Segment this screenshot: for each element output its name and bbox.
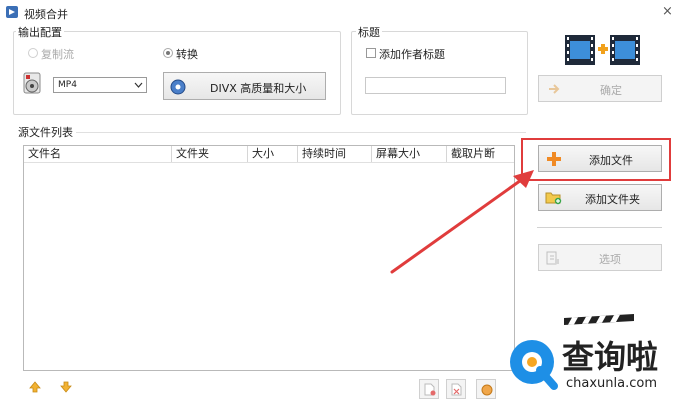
annotation-arrow (390, 170, 534, 274)
